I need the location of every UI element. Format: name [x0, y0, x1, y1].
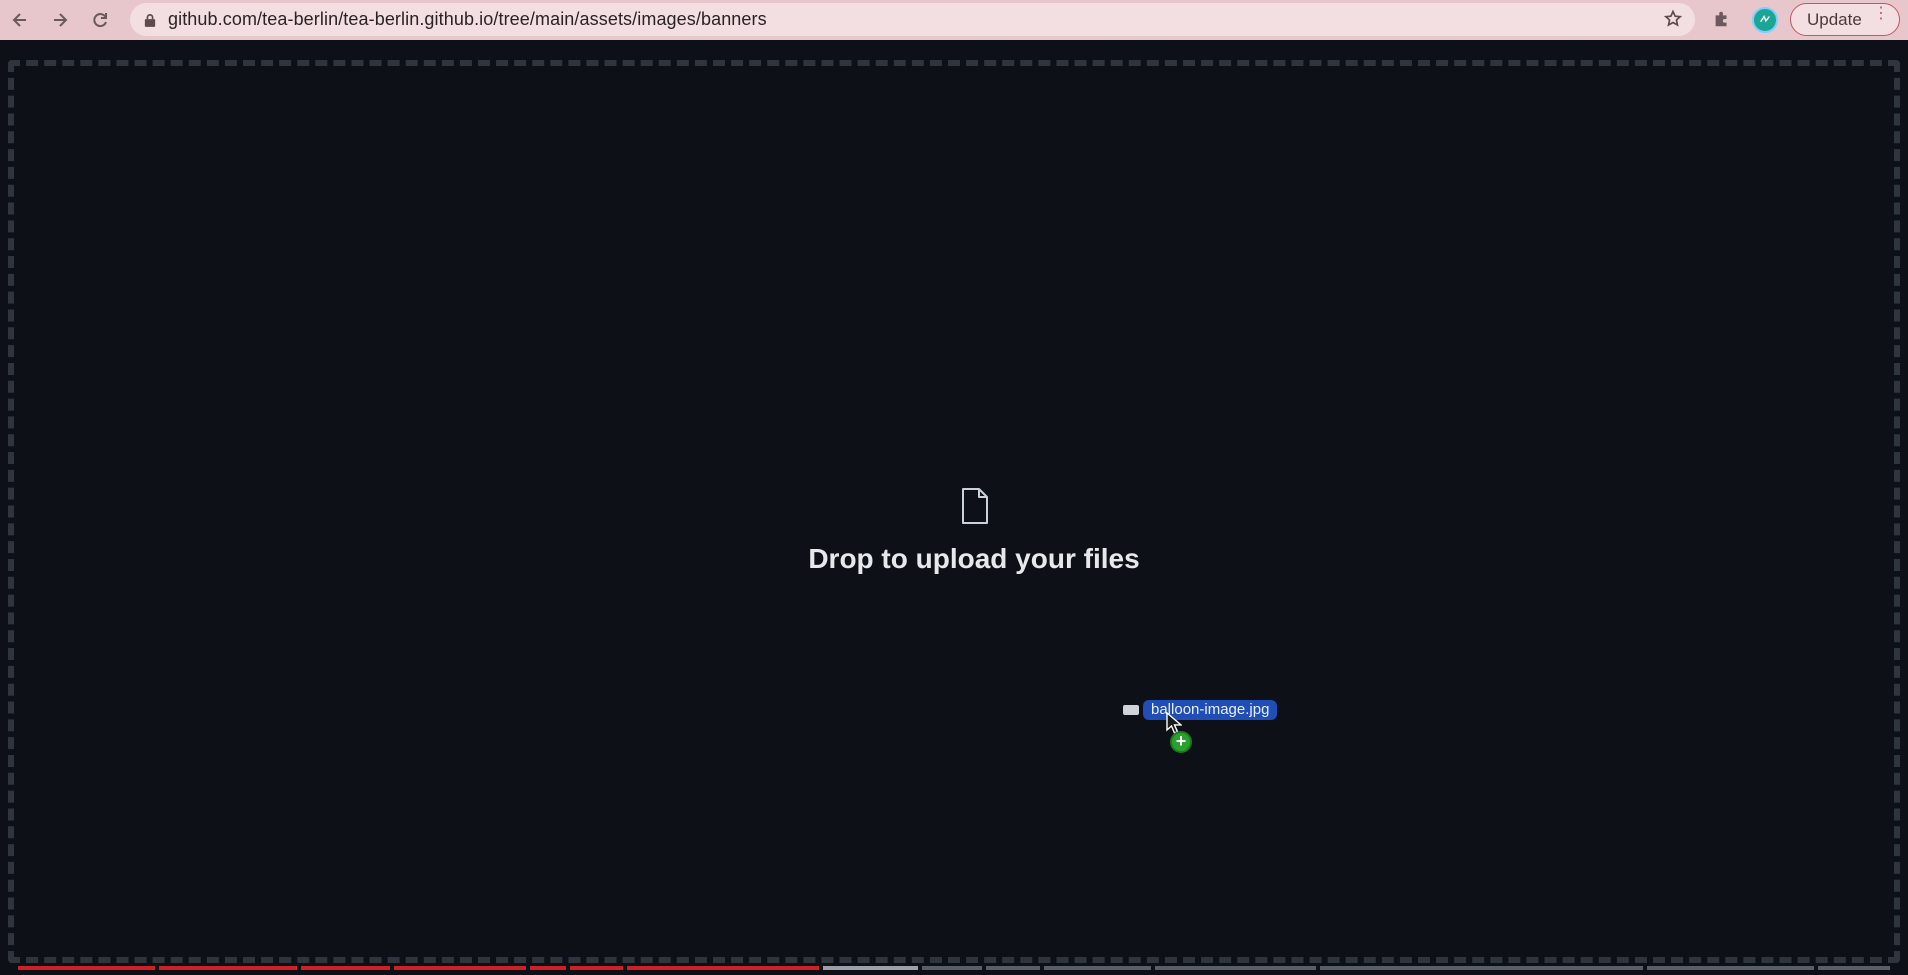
copy-plus-icon: + [1170, 731, 1192, 753]
progress-segment[interactable] [1155, 966, 1317, 970]
upload-dropzone[interactable] [8, 60, 1900, 963]
progress-segment[interactable] [1043, 966, 1152, 970]
update-label: Update [1807, 9, 1862, 29]
image-file-icon [1123, 705, 1139, 715]
update-button[interactable]: Update ⋮ [1790, 3, 1900, 36]
more-vert-icon[interactable]: ⋮ [1873, 6, 1889, 22]
progress-segment[interactable] [1320, 966, 1644, 970]
progress-segment[interactable] [18, 966, 156, 970]
progress-segment[interactable] [529, 966, 566, 970]
progress-segment[interactable] [627, 966, 819, 970]
reload-icon[interactable] [80, 0, 120, 40]
profile-avatar-icon[interactable] [1752, 7, 1778, 33]
star-icon[interactable] [1663, 9, 1685, 31]
drop-message: Drop to upload your files [808, 543, 1140, 574]
forward-arrow-icon[interactable] [40, 0, 80, 40]
back-arrow-icon[interactable] [0, 0, 40, 40]
progress-segment[interactable] [985, 966, 1040, 970]
progress-segment[interactable] [569, 966, 624, 970]
progress-segment[interactable] [300, 966, 391, 970]
file-icon [960, 487, 990, 525]
lock-icon[interactable] [144, 12, 158, 28]
progress-segment[interactable] [822, 966, 919, 970]
progress-segment[interactable] [1818, 966, 1890, 970]
address-bar[interactable]: github.com/tea-berlin/tea-berlin.github.… [130, 3, 1695, 36]
progress-segment[interactable] [159, 966, 297, 970]
url-text[interactable]: github.com/tea-berlin/tea-berlin.github.… [168, 9, 767, 30]
progress-segment[interactable] [922, 966, 982, 970]
extensions-puzzle-icon[interactable] [1712, 9, 1734, 31]
progress-segment[interactable] [394, 966, 526, 970]
dragged-filename: balloon-image.jpg [1143, 700, 1278, 720]
progress-segment[interactable] [1647, 966, 1815, 970]
browser-toolbar: github.com/tea-berlin/tea-berlin.github.… [0, 0, 1908, 40]
video-progress-bar[interactable] [18, 966, 1890, 970]
